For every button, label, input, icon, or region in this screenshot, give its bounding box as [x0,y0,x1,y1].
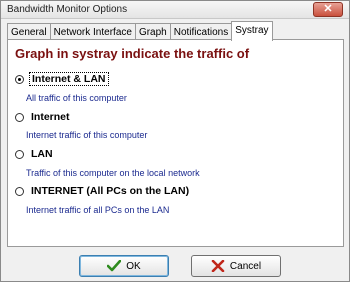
tab-graph[interactable]: Graph [134,23,171,40]
title-bar: Bandwidth Monitor Options ✕ [1,1,349,19]
close-button[interactable]: ✕ [313,2,343,17]
cancel-label: Cancel [229,260,262,272]
option-internet-and-lan[interactable]: Internet & LAN [15,72,109,86]
option-internet-all-pcs[interactable]: INTERNET (All PCs on the LAN) [15,184,191,198]
radio-internet[interactable] [15,112,24,122]
systray-panel: Graph in systray indicate the traffic of… [7,39,344,247]
option-description: All traffic of this computer [26,93,127,103]
radio-internet-all-pcs[interactable] [15,186,24,196]
cancel-button[interactable]: Cancel [191,255,281,277]
tab-notifications[interactable]: Notifications [169,23,233,40]
option-internet[interactable]: Internet [15,110,72,124]
radio-lan[interactable] [15,149,24,159]
option-description: Internet traffic of all PCs on the LAN [26,205,170,215]
ok-button[interactable]: OK [79,255,169,277]
ok-label: OK [126,260,141,272]
option-label[interactable]: LAN [29,148,55,160]
window-title: Bandwidth Monitor Options [7,4,128,15]
radio-internet-and-lan[interactable] [15,74,24,84]
option-lan[interactable]: LAN [15,147,55,161]
x-mark-icon [211,260,225,272]
checkmark-icon [107,260,122,272]
tab-strip: General Network Interface Graph Notifica… [7,21,273,41]
option-label[interactable]: INTERNET (All PCs on the LAN) [29,185,191,197]
options-dialog: Bandwidth Monitor Options ✕ General Netw… [0,0,350,282]
tab-network-interface[interactable]: Network Interface [49,23,136,40]
option-label[interactable]: Internet [29,111,72,123]
tab-general[interactable]: General [7,23,51,40]
panel-heading: Graph in systray indicate the traffic of [15,46,250,61]
tab-systray[interactable]: Systray [231,21,273,41]
option-label[interactable]: Internet & LAN [29,72,109,86]
option-description: Traffic of this computer on the local ne… [26,168,200,178]
close-icon: ✕ [323,3,333,15]
option-description: Internet traffic of this computer [26,130,148,140]
